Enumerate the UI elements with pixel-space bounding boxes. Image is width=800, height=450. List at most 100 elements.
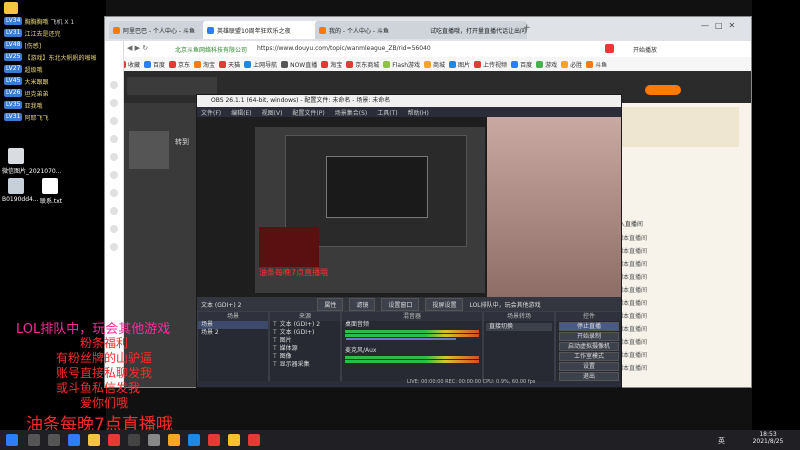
tab-2[interactable]: 我的 - 个人中心 - 斗鱼 [315, 21, 419, 39]
douyu-icon[interactable] [208, 434, 220, 446]
volume-slider[interactable] [346, 338, 456, 340]
sidebar-icon[interactable] [110, 99, 118, 107]
obs-menu-item[interactable]: 场景集合(S) [335, 108, 368, 117]
app-icon[interactable] [188, 434, 200, 446]
sidebar-icon[interactable] [110, 171, 118, 179]
task-view-icon[interactable] [48, 434, 60, 446]
studio-mode-button[interactable]: 工作室模式 [559, 352, 619, 361]
mixer-channel-label: 麦克风/Aux [345, 347, 377, 354]
obs-status-text: LIVE: 00:00:00 REC: 00:00:00 CPU: 0.9%, … [407, 379, 536, 385]
text-source-icon: T [273, 345, 277, 352]
obs-menu-item[interactable]: 视图(V) [262, 108, 283, 117]
obs-menu-item[interactable]: 帮助(H) [408, 108, 429, 117]
sidebar-icon[interactable] [110, 207, 118, 215]
start-recording-button[interactable]: 开始录制 [559, 332, 619, 341]
extension-icon[interactable] [605, 44, 614, 53]
start-play-button[interactable]: 开始播放 [633, 45, 657, 54]
sidebar-icon[interactable] [110, 243, 118, 251]
sidebar-icon[interactable] [110, 81, 118, 89]
sidebar-icon[interactable] [110, 189, 118, 197]
bookmark-label: 必胜 [570, 61, 583, 69]
source-item[interactable]: T 媒体源 [270, 345, 340, 353]
url-input[interactable]: https://www.douyu.com/topic/wanmleague_Z… [257, 45, 431, 52]
tab-4[interactable]: 试吃直播哦，打开量直播代话让出问哦 [423, 21, 527, 39]
bookmark-item[interactable]: 上传视频 [474, 60, 507, 69]
level-badge: LV35 [4, 101, 23, 109]
bookmark-item[interactable]: Flash游戏 [383, 60, 420, 69]
tab-1[interactable]: 英雄联盟10周年狂欢乐之夜 [203, 21, 321, 39]
scene-item[interactable]: 场景 [198, 321, 268, 329]
app-icon[interactable] [228, 434, 240, 446]
filters-button[interactable]: 滤镜 [349, 297, 376, 311]
app-icon[interactable] [108, 434, 120, 446]
selected-source-name: 文本 (GDI+) 2 [201, 301, 242, 309]
bookmark-item[interactable]: 京东商城 [346, 60, 379, 69]
obs-menu-item[interactable]: 工具(T) [377, 108, 397, 117]
bookmark-item[interactable]: 百度 [511, 60, 532, 69]
transition-select[interactable]: 直接切换 [486, 323, 552, 331]
app-icon[interactable] [248, 434, 260, 446]
stop-streaming-button[interactable]: 停止直播 [559, 322, 619, 331]
tab-0[interactable]: 阿里巴巴 - 个人中心 - 斗鱼 [109, 21, 209, 39]
obs-menu-item[interactable]: 编辑(E) [231, 108, 251, 117]
bookmark-item[interactable]: 天猫 [219, 60, 240, 69]
bookmark-item[interactable]: 淘宝 [321, 60, 342, 69]
streamer-avatar[interactable] [129, 131, 169, 169]
source-item[interactable]: T 图像 [270, 353, 340, 361]
chat-message: 胸胸胸哦 [24, 18, 49, 26]
bookmark-item[interactable]: 京东 [169, 60, 190, 69]
bookmark-item[interactable]: NOW直播 [281, 60, 317, 69]
bookmark-item[interactable]: 百度 [144, 60, 165, 69]
bookmark-icon [474, 60, 482, 68]
follow-button[interactable] [645, 85, 681, 95]
scene-item[interactable]: 场景 2 [198, 329, 268, 337]
app-icon[interactable] [168, 434, 180, 446]
sidebar-icon[interactable] [110, 153, 118, 161]
source-item[interactable]: T 文本 (GDI+) [270, 329, 340, 337]
image-file-icon[interactable] [8, 148, 24, 164]
source-item[interactable]: T 文本 (GDI+) 2 [270, 321, 340, 329]
text-file-icon[interactable] [42, 178, 58, 194]
virtual-camera-button[interactable]: 启动虚拟摄像机 [559, 342, 619, 351]
chat-row: LV45 大米跟跟 [4, 76, 48, 86]
clock[interactable]: 18:53 2021/8/25 [738, 431, 798, 445]
source-label: 图片 [279, 337, 292, 344]
obs-menu-bar: 文件(F) 编辑(E) 视图(V) 配置文件(P) 场景集合(S) 工具(T) 帮助(H) [197, 107, 621, 117]
edge-icon[interactable] [68, 434, 80, 446]
settings-button[interactable]: 设置 [559, 362, 619, 371]
source-item[interactable]: T 显示器采集 [270, 361, 340, 369]
chat-row: LV27 超级哦 [4, 64, 42, 74]
transitions-title: 场景转场 [484, 312, 554, 321]
bookmark-item[interactable]: 上网导航 [244, 60, 277, 69]
windows-start-icon[interactable] [6, 434, 18, 446]
bookmark-item[interactable]: 图片 [449, 60, 470, 69]
obs-icon[interactable] [148, 434, 160, 446]
bookmark-item[interactable]: 必胜 [561, 60, 582, 69]
new-tab-button[interactable]: + [523, 23, 531, 33]
ime-indicator[interactable]: 英 [718, 436, 725, 446]
bookmark-item[interactable]: 淘宝 [194, 60, 215, 69]
projector-settings-button[interactable]: 投屏设置 [425, 297, 464, 311]
sidebar-icon[interactable] [110, 225, 118, 233]
bookmark-item[interactable]: 斗鱼 [586, 60, 607, 69]
search-icon[interactable] [28, 434, 40, 446]
source-item[interactable]: T 图片 [270, 337, 340, 345]
folder-icon[interactable] [88, 434, 100, 446]
exit-button[interactable]: 退出 [559, 372, 619, 381]
sidebar-icon[interactable] [110, 135, 118, 143]
chat-message: 亚我哦 [24, 102, 43, 110]
bookmark-item[interactable]: 游戏 [536, 60, 557, 69]
properties-button[interactable]: 属性 [317, 297, 344, 311]
sidebar-icon[interactable] [110, 117, 118, 125]
obs-menu-item[interactable]: 配置文件(P) [292, 108, 324, 117]
nav-arrows-icon[interactable]: ◀ ▶ ↻ [127, 44, 148, 52]
bookmark-item[interactable]: 商城 [424, 60, 445, 69]
level-badge: LV31 [4, 113, 23, 121]
window-settings-button[interactable]: 设置窗口 [381, 297, 420, 311]
file-icon[interactable] [8, 178, 24, 194]
app-icon[interactable] [128, 434, 140, 446]
window-controls[interactable]: —□✕ [701, 21, 741, 30]
app-icon[interactable] [4, 2, 18, 14]
bookmark-icon [586, 60, 594, 68]
obs-menu-item[interactable]: 文件(F) [201, 108, 221, 117]
